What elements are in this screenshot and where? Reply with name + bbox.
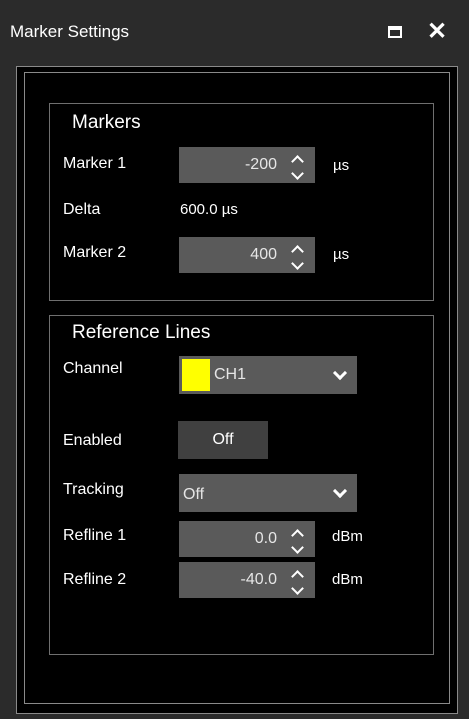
tracking-dropdown-button[interactable] — [323, 474, 357, 512]
spin-down-icon[interactable] — [290, 257, 304, 270]
refline2-label: Refline 2 — [63, 571, 127, 588]
channel-color-swatch — [182, 359, 210, 391]
markers-group-title: Markers — [72, 112, 141, 133]
marker1-value[interactable]: -200 — [245, 156, 277, 174]
reference-lines-group-title: Reference Lines — [72, 322, 211, 343]
tracking-value: Off — [183, 486, 205, 503]
marker1-spinbox[interactable]: -200 — [179, 147, 315, 183]
channel-value: CH1 — [214, 366, 247, 383]
refline2-spinbox[interactable]: -40.0 — [179, 562, 315, 598]
refline2-unit: dBm — [332, 571, 363, 588]
window-title: Marker Settings — [10, 22, 130, 41]
enabled-label: Enabled — [63, 432, 122, 449]
title-bar[interactable]: Marker Settings ✕ — [0, 0, 469, 66]
marker-settings-window: Marker Settings ✕ Markers Marker 1 -200 … — [0, 0, 469, 719]
spin-down-icon[interactable] — [290, 167, 304, 180]
delta-value: 600.0 µs — [180, 201, 238, 218]
marker2-value[interactable]: 400 — [250, 246, 277, 264]
refline2-value[interactable]: -40.0 — [241, 571, 277, 589]
spin-down-icon[interactable] — [290, 541, 304, 554]
refline1-spin-buttons[interactable] — [279, 521, 315, 557]
refline2-spin-buttons[interactable] — [279, 562, 315, 598]
close-icon: ✕ — [426, 18, 448, 45]
marker1-spin-buttons[interactable] — [279, 147, 315, 183]
channel-dropdown[interactable]: CH1 — [179, 356, 357, 394]
marker2-unit: µs — [333, 246, 350, 263]
spin-down-icon[interactable] — [290, 582, 304, 595]
channel-dropdown-button[interactable] — [323, 356, 357, 394]
tracking-dropdown[interactable]: Off — [179, 474, 357, 512]
marker1-unit: µs — [333, 157, 350, 174]
enabled-toggle-button[interactable]: Off — [178, 421, 268, 459]
marker2-spinbox[interactable]: 400 — [179, 237, 315, 273]
refline1-unit: dBm — [332, 528, 363, 545]
refline1-spinbox[interactable]: 0.0 — [179, 521, 315, 557]
channel-label: Channel — [63, 360, 123, 377]
marker2-spin-buttons[interactable] — [279, 237, 315, 273]
close-button[interactable]: ✕ — [423, 18, 451, 46]
dropdown-chevron-icon — [332, 483, 348, 499]
dropdown-chevron-icon — [332, 365, 348, 381]
marker2-label: Marker 2 — [63, 244, 127, 261]
delta-label: Delta — [63, 201, 101, 218]
refline1-label: Refline 1 — [63, 527, 127, 544]
maximize-button[interactable] — [381, 18, 409, 46]
marker1-label: Marker 1 — [63, 155, 127, 172]
refline1-value[interactable]: 0.0 — [255, 530, 277, 548]
tracking-label: Tracking — [63, 481, 124, 498]
maximize-icon — [388, 26, 402, 38]
